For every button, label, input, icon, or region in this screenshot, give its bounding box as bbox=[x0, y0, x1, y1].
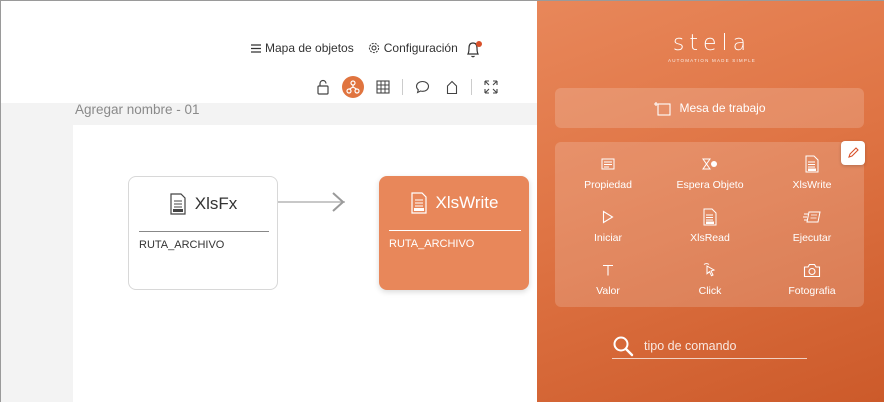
bell-icon bbox=[467, 41, 482, 58]
xls-file-icon bbox=[805, 155, 819, 173]
pencil-icon bbox=[848, 147, 859, 158]
command-label: Ejecutar bbox=[792, 232, 832, 244]
command-grid: Propiedad Espera Objeto XlsWrite Iniciar… bbox=[555, 142, 864, 307]
command-fotografia[interactable]: Fotografia bbox=[761, 260, 863, 297]
workspace-title[interactable]: Agregar nombre - 01 bbox=[75, 102, 200, 117]
configuration-label: Configuración bbox=[383, 41, 458, 55]
xls-file-icon bbox=[170, 193, 186, 215]
grid-icon bbox=[376, 80, 390, 94]
fullscreen-button[interactable] bbox=[480, 76, 502, 98]
command-label: Click bbox=[698, 285, 722, 297]
workbench-label: Mesa de trabajo bbox=[679, 101, 766, 115]
command-label: Propiedad bbox=[584, 179, 632, 191]
properties-icon bbox=[601, 158, 615, 170]
command-espera-objeto[interactable]: Espera Objeto bbox=[659, 154, 761, 191]
command-click[interactable]: Click bbox=[659, 260, 761, 297]
configuration-link[interactable]: Configuración bbox=[368, 41, 458, 55]
command-search bbox=[612, 333, 807, 359]
command-xlsread[interactable]: XlsRead bbox=[659, 207, 761, 244]
logo-wordmark: stela bbox=[672, 31, 752, 56]
play-icon bbox=[602, 210, 614, 224]
execute-icon bbox=[803, 211, 821, 223]
text-icon bbox=[603, 264, 613, 276]
expand-icon bbox=[484, 80, 498, 94]
command-label: Iniciar bbox=[593, 232, 622, 244]
node-xlsfx[interactable]: XlsFx RUTA_ARCHIVO bbox=[128, 176, 278, 290]
comment-button[interactable] bbox=[411, 76, 433, 98]
hierarchy-icon bbox=[346, 80, 360, 94]
speech-bubble-icon bbox=[415, 80, 429, 94]
stela-logo: stela AUTOMATION MADE SIMPLE bbox=[667, 31, 757, 63]
unlock-button[interactable] bbox=[312, 76, 334, 98]
pointer-icon bbox=[703, 263, 716, 277]
logo-tagline: AUTOMATION MADE SIMPLE bbox=[668, 58, 756, 63]
menu-icon bbox=[251, 43, 261, 53]
command-panel: stela AUTOMATION MADE SIMPLE Mesa de tra… bbox=[537, 1, 884, 402]
node-header: XlsFx bbox=[129, 177, 277, 231]
hourglass-icon bbox=[702, 158, 717, 170]
command-propiedad[interactable]: Propiedad bbox=[557, 154, 659, 191]
gear-icon bbox=[368, 42, 379, 54]
object-map-link[interactable]: Mapa de objetos bbox=[251, 41, 354, 55]
workbench-button[interactable]: Mesa de trabajo bbox=[555, 88, 864, 128]
object-map-label: Mapa de objetos bbox=[265, 41, 354, 55]
node-param: RUTA_ARCHIVO bbox=[389, 238, 475, 250]
command-search-input[interactable] bbox=[644, 338, 804, 353]
canvas-toolbar bbox=[312, 76, 510, 98]
workbench-icon bbox=[654, 102, 672, 116]
node-title: XlsFx bbox=[194, 194, 238, 213]
search-icon bbox=[613, 336, 634, 356]
command-label: XlsWrite bbox=[792, 179, 832, 191]
xls-file-icon bbox=[703, 208, 717, 226]
toolbar-divider bbox=[471, 79, 472, 95]
xls-file-icon bbox=[410, 192, 427, 214]
node-header: XlsWrite bbox=[379, 176, 529, 230]
node-title: XlsWrite bbox=[435, 193, 499, 212]
edit-button[interactable] bbox=[841, 141, 865, 165]
flow-view-button[interactable] bbox=[342, 76, 364, 98]
notifications-button[interactable] bbox=[463, 39, 485, 64]
table-view-button[interactable] bbox=[372, 76, 394, 98]
shape-button[interactable] bbox=[441, 76, 463, 98]
command-label: XlsRead bbox=[690, 232, 730, 244]
node-param: RUTA_ARCHIVO bbox=[139, 239, 225, 251]
command-valor[interactable]: Valor bbox=[557, 260, 659, 297]
node-xlswrite[interactable]: XlsWrite RUTA_ARCHIVO bbox=[379, 176, 529, 290]
command-iniciar[interactable]: Iniciar bbox=[557, 207, 659, 244]
command-ejecutar[interactable]: Ejecutar bbox=[761, 207, 863, 244]
unlock-icon bbox=[317, 79, 329, 95]
command-label: Fotografia bbox=[788, 285, 836, 297]
house-shape-icon bbox=[446, 80, 458, 94]
node-connector bbox=[278, 192, 345, 212]
command-label: Valor bbox=[596, 285, 620, 297]
camera-icon bbox=[803, 263, 821, 277]
command-label: Espera Objeto bbox=[676, 179, 744, 191]
top-navigation: Mapa de objetos Configuración bbox=[251, 41, 472, 55]
toolbar-divider bbox=[402, 79, 403, 95]
